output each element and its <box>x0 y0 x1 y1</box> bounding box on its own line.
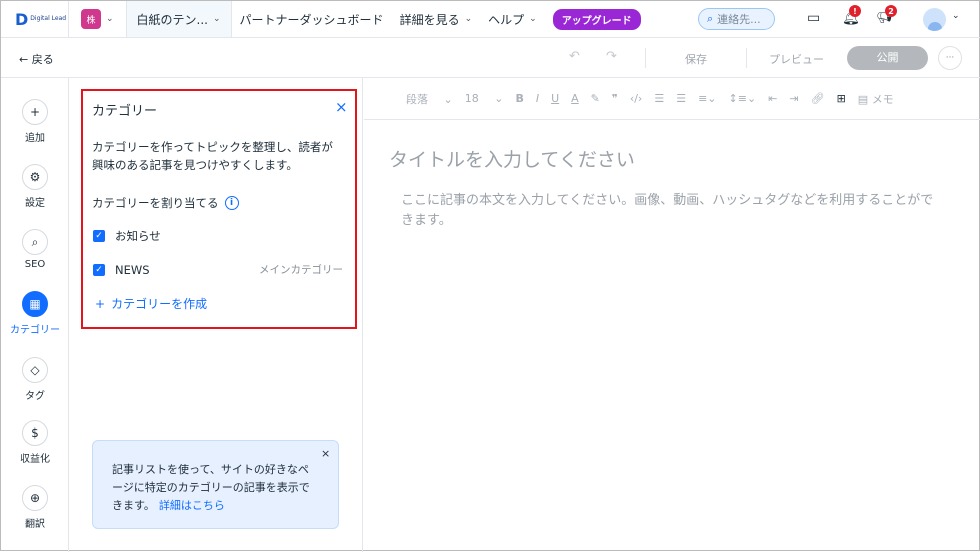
gear-icon: ⚙ <box>22 164 48 190</box>
paragraph-select[interactable]: 段落 ⌄ <box>406 91 453 107</box>
tag-icon: ◇ <box>22 357 48 383</box>
info-note: 記事リストを使って、サイトの好きなページに特定のカテゴリーの記事を表示できます。… <box>92 440 339 529</box>
chevron-down-icon[interactable]: ⌄ <box>952 11 960 21</box>
note-text: 記事リストを使って、サイトの好きなページに特定のカテゴリーの記事を表示できます。… <box>112 463 310 512</box>
body-input[interactable]: ここに記事の本文を入力してください。画像、動画、ハッシュタグなどを利用することが… <box>401 191 946 231</box>
panel-title: カテゴリー <box>92 104 158 119</box>
nav-partner-dashboard[interactable]: パートナーダッシュボード <box>232 1 392 37</box>
add-block-icon[interactable]: ⊞ <box>837 92 846 105</box>
underline-icon[interactable]: U <box>551 92 559 105</box>
link-icon[interactable]: 🔗︎ <box>811 92 825 105</box>
memo-icon[interactable]: ▤ メモ <box>858 91 906 107</box>
create-category-button[interactable]: + カテゴリーを作成 <box>95 295 207 312</box>
category-option[interactable]: ✓ NEWS メインカテゴリー <box>93 262 343 277</box>
learn-more-link[interactable]: 詳細はこちら <box>159 499 225 512</box>
chevron-down-icon: ⌄ <box>464 14 473 24</box>
indent-icon[interactable]: ⇥ <box>789 92 798 105</box>
italic-icon[interactable]: I <box>536 92 539 105</box>
arrow-left-icon: ← <box>19 53 29 66</box>
chevron-down-icon: ⌄ <box>106 14 114 24</box>
announcement-badge: 2 <box>885 5 897 17</box>
numbered-list-icon[interactable]: ☰ <box>654 92 664 105</box>
contacts-search[interactable]: ⌕ 連絡先... <box>698 8 775 30</box>
search-icon: ⌕ <box>22 229 48 255</box>
code-icon[interactable]: ‹/› <box>630 92 643 105</box>
highlight-icon[interactable]: ✎ <box>591 92 600 105</box>
user-avatar[interactable] <box>923 8 946 31</box>
text-color-icon[interactable]: A <box>571 92 579 105</box>
info-icon[interactable]: i <box>224 196 239 210</box>
site-avatar: 株 <box>81 9 101 29</box>
sidebar-item-add[interactable]: + 追加 <box>1 99 69 144</box>
action-bar: ← 戻る ↶ ↷ 保存 プレビュー 公開 ··· <box>1 38 980 78</box>
category-option[interactable]: ✓ お知らせ <box>93 228 161 244</box>
save-button[interactable]: 保存 <box>685 51 707 67</box>
editor-toolbar: 段落 ⌄ 18 ⌄ B I U A ✎ ❞ ‹/› ☰ ☰ ≡⌄ ↕≡⌄ ⇤ ⇥… <box>364 78 980 120</box>
chevron-down-icon: ⌄ <box>213 14 221 24</box>
sidebar-item-tags[interactable]: ◇ タグ <box>1 357 69 402</box>
sidebar-item-categories[interactable]: ▦ カテゴリー <box>1 291 69 336</box>
checkbox-checked[interactable]: ✓ <box>93 230 105 242</box>
panel-description: カテゴリーを作ってトピックを整理し、読者が興味のある記事を見つけやすくします。 <box>92 140 333 172</box>
chevron-down-icon: ⌄ <box>529 14 537 24</box>
outdent-icon[interactable]: ⇤ <box>768 92 777 105</box>
back-button[interactable]: ← 戻る <box>19 51 54 67</box>
line-spacing-icon[interactable]: ↕≡⌄ <box>729 92 757 105</box>
main-category-tag: メインカテゴリー <box>259 264 343 276</box>
close-icon[interactable]: × <box>335 98 348 116</box>
top-bar: D Digital Lead 株 ⌄ 白紙のテン... ⌄ パートナーダッシュボード … <box>1 1 980 38</box>
site-name-menu[interactable]: 白紙のテン... ⌄ <box>126 1 232 37</box>
title-input[interactable]: タイトルを入力してください <box>389 145 635 172</box>
chat-icon[interactable]: ▭ <box>807 10 820 26</box>
sidebar-item-translate[interactable]: ⊕ 翻訳 <box>1 485 69 530</box>
bullet-list-icon[interactable]: ☰ <box>676 92 686 105</box>
sidebar-item-seo[interactable]: ⌕ SEO <box>1 229 69 270</box>
search-icon: ⌕ <box>707 12 714 25</box>
close-icon[interactable]: × <box>321 447 330 460</box>
sidebar: + 追加 ⚙ 設定 ⌕ SEO ▦ カテゴリー ◇ タグ $ 収益化 ⊕ 翻訳 <box>1 78 69 552</box>
redo-icon[interactable]: ↷ <box>606 49 617 64</box>
category-highlight-box: カテゴリー × カテゴリーを作ってトピックを整理し、読者が興味のある記事を見つけ… <box>81 89 357 329</box>
nav-more-details[interactable]: 詳細を見る ⌄ <box>392 1 481 37</box>
undo-icon[interactable]: ↶ <box>569 49 580 64</box>
divider <box>746 48 747 68</box>
divider <box>645 48 646 68</box>
sidebar-item-monetize[interactable]: $ 収益化 <box>1 420 69 465</box>
plus-icon: + <box>95 297 106 311</box>
bold-icon[interactable]: B <box>515 92 523 105</box>
more-actions-button[interactable]: ··· <box>938 46 962 70</box>
publish-button[interactable]: 公開 <box>847 46 928 70</box>
quote-icon[interactable]: ❞ <box>612 92 618 105</box>
font-size-select[interactable]: 18 ⌄ <box>465 92 504 105</box>
upgrade-button[interactable]: アップグレード <box>552 8 641 30</box>
nav-help[interactable]: ヘルプ ⌄ <box>480 1 545 37</box>
align-icon[interactable]: ≡⌄ <box>698 92 716 105</box>
plus-icon: + <box>22 99 48 125</box>
preview-button[interactable]: プレビュー <box>769 51 824 67</box>
assign-label: カテゴリーを割り当てる i <box>92 195 239 211</box>
category-icon: ▦ <box>22 291 48 317</box>
site-selector[interactable]: 株 ⌄ <box>69 1 127 37</box>
dollar-icon: $ <box>22 420 48 446</box>
globe-icon: ⊕ <box>22 485 48 511</box>
sidebar-item-settings[interactable]: ⚙ 設定 <box>1 164 69 209</box>
checkbox-checked[interactable]: ✓ <box>93 263 105 276</box>
logo[interactable]: D Digital Lead <box>1 1 69 37</box>
notification-badge: ! <box>849 5 861 17</box>
